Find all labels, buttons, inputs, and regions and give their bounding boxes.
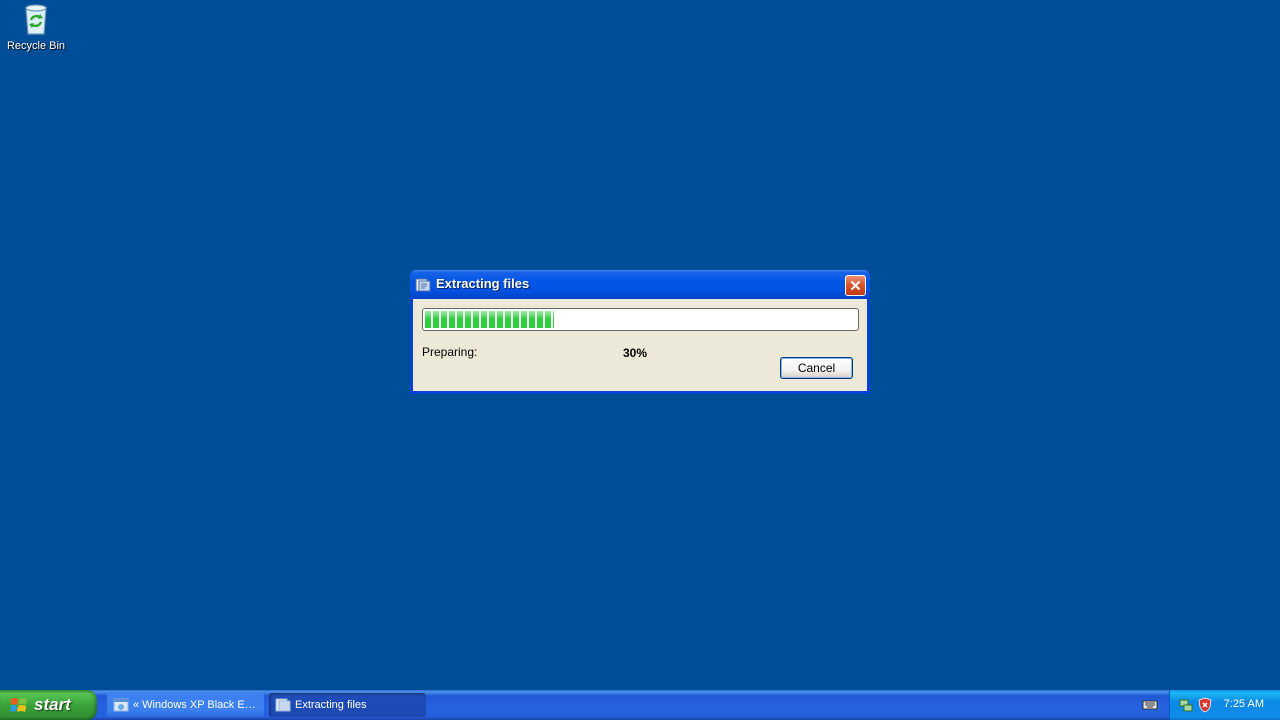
network-icon[interactable] <box>1178 697 1194 713</box>
start-button[interactable]: start <box>0 690 97 720</box>
close-icon <box>850 280 861 291</box>
dialog-client: Preparing: 30% Cancel <box>413 299 867 391</box>
taskbar-button-label: « Windows XP Black E… <box>133 699 256 711</box>
progress-percent: 30% <box>623 346 648 360</box>
desktop-icon-label: Recycle Bin <box>6 40 66 52</box>
keyboard-icon[interactable] <box>1142 699 1158 711</box>
extract-icon <box>275 698 291 712</box>
extracting-files-dialog: Extracting files Preparing: 30% Cancel <box>410 270 870 394</box>
desktop-icon-recycle-bin[interactable]: Recycle Bin <box>4 2 68 52</box>
taskbar-button-windows-xp-black[interactable]: « Windows XP Black E… <box>107 693 264 717</box>
system-tray: 7:25 AM <box>1169 690 1280 720</box>
clock[interactable]: 7:25 AM <box>1224 698 1264 710</box>
cancel-button[interactable]: Cancel <box>780 357 853 379</box>
status-label: Preparing: <box>422 345 478 359</box>
browser-window-icon <box>113 698 129 712</box>
start-label: start <box>34 695 71 714</box>
close-button[interactable] <box>845 275 866 296</box>
dialog-titlebar[interactable]: Extracting files <box>410 270 870 299</box>
security-shield-icon[interactable] <box>1197 697 1213 713</box>
taskbar: start « Windows XP Black E… Extracting f… <box>0 690 1280 720</box>
progress-bar <box>422 308 859 331</box>
taskbar-button-extracting-files[interactable]: Extracting files <box>269 693 426 717</box>
windows-logo-icon <box>10 698 27 712</box>
taskbar-button-label: Extracting files <box>295 699 367 711</box>
extract-icon <box>415 278 431 292</box>
recycle-bin-icon <box>25 4 47 35</box>
progress-fill <box>425 311 555 328</box>
dialog-title: Extracting files <box>436 276 530 291</box>
